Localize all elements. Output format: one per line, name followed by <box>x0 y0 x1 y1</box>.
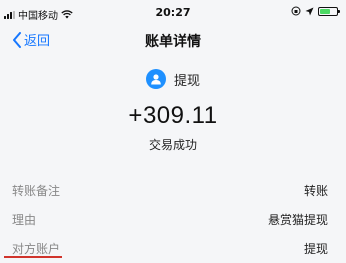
detail-value: 提现 <box>303 242 328 256</box>
detail-label: 转账备注 <box>12 184 61 198</box>
status-bar: 中国移动 20:27 <box>0 0 346 26</box>
transaction-header: 提现 +309.11 交易成功 <box>0 66 346 153</box>
detail-label: 理由 <box>12 213 37 227</box>
orientation-lock-icon <box>291 6 301 16</box>
transaction-type-label: 提现 <box>173 73 200 89</box>
transaction-type: 提现 <box>0 66 346 92</box>
battery-icon <box>318 6 340 16</box>
detail-value: 转账 <box>303 184 328 198</box>
detail-list: 转账备注 转账 理由 悬赏猫提现 对方账户 提现 <box>0 176 346 263</box>
detail-row-remark: 转账备注 转账 <box>0 176 346 205</box>
page-title: 账单详情 <box>145 34 201 50</box>
status-right <box>291 6 340 16</box>
annotation-underline <box>4 256 62 258</box>
location-icon <box>305 7 314 15</box>
user-icon <box>145 69 166 89</box>
transaction-amount: +309.11 <box>128 102 218 129</box>
detail-row-reason: 理由 悬赏猫提现 <box>0 205 346 234</box>
detail-label: 对方账户 <box>12 242 61 256</box>
detail-row-counterparty: 对方账户 提现 <box>0 234 346 263</box>
nav-bar: 返回 账单详情 <box>0 26 346 54</box>
transaction-status: 交易成功 <box>148 138 197 152</box>
detail-value: 悬赏猫提现 <box>267 213 328 227</box>
